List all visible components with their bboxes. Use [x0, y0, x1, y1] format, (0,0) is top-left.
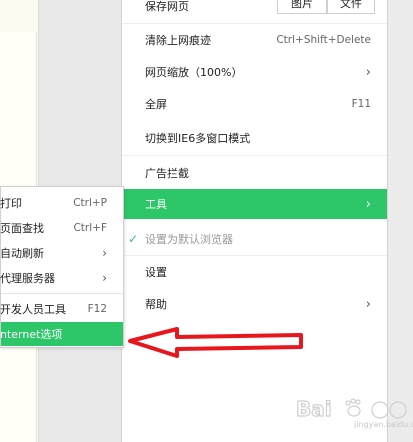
watermark-subtext: jingyan.baidu.com [354, 420, 413, 429]
baidu-watermark: Bai jingyan.baidu.com [292, 394, 413, 430]
annotation-arrow [128, 327, 303, 358]
annotation-arrow-shape [128, 327, 303, 358]
paw-icon [345, 398, 361, 417]
jingyan-icon [371, 401, 407, 419]
watermark-text: Bai [296, 397, 332, 421]
